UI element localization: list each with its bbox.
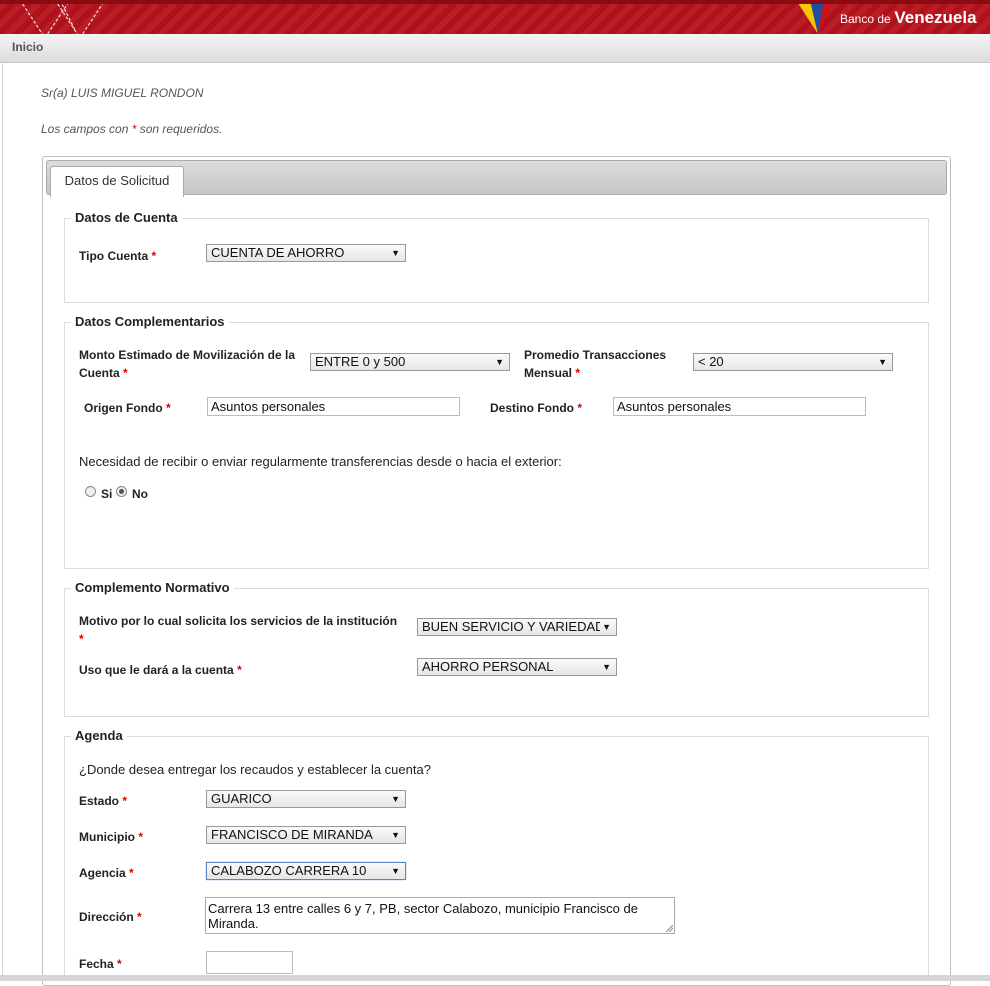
motivo-label: Motivo por lo cual solicita los servicio… [79, 612, 399, 648]
agenda-question: ¿Donde desea entregar los recaudos y est… [79, 762, 431, 777]
required-star: * [577, 401, 583, 415]
chevron-down-icon: ▼ [391, 794, 400, 804]
radio-si-label: Si [101, 487, 113, 501]
chevron-down-icon: ▼ [391, 830, 400, 840]
label-text: Estado [79, 794, 120, 808]
select-value: AHORRO PERSONAL [422, 659, 554, 674]
transfer-question: Necesidad de recibir o enviar regularmen… [79, 454, 562, 469]
required-note: Los campos con * son requeridos. [41, 122, 222, 136]
select-value: GUARICO [211, 791, 272, 806]
top-banner: Banco de Venezuela [0, 0, 990, 34]
required-note-before: Los campos con [41, 122, 132, 136]
required-star: * [237, 663, 242, 677]
section-title: Datos Complementarios [71, 314, 229, 329]
section-title: Datos de Cuenta [71, 210, 182, 225]
chevron-down-icon: ▼ [391, 866, 400, 876]
required-star: * [166, 401, 171, 415]
fecha-input[interactable] [206, 951, 293, 974]
chevron-down-icon: ▼ [602, 662, 611, 672]
select-value: CALABOZO CARRERA 10 [211, 863, 367, 878]
brand-name: Banco de Venezuela [840, 4, 977, 34]
bank-logo-icon [798, 4, 833, 34]
label-text: Uso que le dará a la cuenta [79, 663, 234, 677]
promedio-label: Promedio Transacciones Mensual * [524, 346, 666, 382]
direccion-label: Dirección * [79, 908, 142, 926]
tipo-cuenta-label: Tipo Cuenta * [79, 247, 156, 265]
section-title: Agenda [71, 728, 127, 743]
origen-fondo-label: Origen Fondo * [84, 399, 171, 417]
monto-select[interactable]: ENTRE 0 y 500 ▼ [310, 353, 510, 371]
chevron-down-icon: ▼ [391, 248, 400, 258]
page-border [2, 63, 3, 975]
label-text: Agencia [79, 866, 126, 880]
label-text: Origen Fondo [84, 401, 163, 415]
required-star: * [117, 957, 122, 971]
motivo-select[interactable]: BUEN SERVICIO Y VARIEDAD ▼ [417, 618, 617, 636]
required-star: * [79, 632, 84, 646]
horizontal-scrollbar[interactable] [0, 975, 990, 981]
banner-decoration-icon [21, 4, 104, 34]
municipio-label: Municipio * [79, 828, 143, 846]
nav-home-link[interactable]: Inicio [12, 40, 43, 54]
fecha-label: Fecha * [79, 955, 122, 973]
chevron-down-icon: ▼ [495, 357, 504, 367]
direccion-textarea[interactable]: Carrera 13 entre calles 6 y 7, PB, secto… [205, 897, 675, 934]
chevron-down-icon: ▼ [602, 622, 611, 632]
required-star: * [138, 830, 144, 844]
select-value: ENTRE 0 y 500 [315, 354, 406, 369]
label-text: Promedio Transacciones [524, 348, 667, 362]
label-text: Municipio [79, 830, 135, 844]
estado-label: Estado * [79, 792, 127, 810]
label-text: Dirección [79, 910, 134, 924]
radio-no[interactable] [116, 486, 127, 497]
section-title: Complemento Normativo [71, 580, 234, 595]
destino-fondo-label: Destino Fondo * [490, 399, 582, 417]
select-value: BUEN SERVICIO Y VARIEDAD [422, 619, 600, 634]
label-text: Monto Estimado de Movilización de la [79, 348, 296, 362]
required-star: * [129, 866, 134, 880]
radio-no-label: No [132, 487, 148, 501]
required-star: * [122, 794, 128, 808]
select-value: FRANCISCO DE MIRANDA [211, 827, 373, 842]
tab-strip: Datos de Solicitud [46, 160, 947, 197]
label-text: Fecha [79, 957, 114, 971]
monto-label: Monto Estimado de Movilización de la Cue… [79, 346, 295, 382]
origen-fondo-input[interactable]: Asuntos personales [207, 397, 460, 416]
required-note-after: son requeridos. [136, 122, 223, 136]
user-greeting: Sr(a) LUIS MIGUEL RONDON [41, 86, 204, 100]
select-value: < 20 [698, 354, 724, 369]
chevron-down-icon: ▼ [878, 357, 887, 367]
nav-bar: Inicio [0, 34, 990, 63]
agencia-label: Agencia * [79, 864, 134, 882]
brand-big: Venezuela [894, 8, 977, 27]
select-value: CUENTA DE AHORRO [211, 245, 345, 260]
label-text: Motivo por lo cual solicita los servicio… [79, 614, 398, 628]
promedio-select[interactable]: < 20 ▼ [693, 353, 893, 371]
required-star: * [151, 249, 157, 263]
uso-label: Uso que le dará a la cuenta * [79, 661, 242, 679]
label-text: Cuenta [79, 366, 120, 380]
brand-small: Banco de [840, 12, 891, 26]
textarea-value: Carrera 13 entre calles 6 y 7, PB, secto… [208, 901, 638, 931]
agencia-select[interactable]: CALABOZO CARRERA 10 ▼ [206, 862, 406, 880]
municipio-select[interactable]: FRANCISCO DE MIRANDA ▼ [206, 826, 406, 844]
section-datos-cuenta: Datos de Cuenta [64, 210, 929, 303]
label-text: Destino Fondo [490, 401, 574, 415]
label-text: Mensual [524, 366, 573, 380]
required-star: * [137, 910, 142, 924]
tipo-cuenta-select[interactable]: CUENTA DE AHORRO ▼ [206, 244, 406, 262]
label-text: Tipo Cuenta [79, 249, 149, 263]
resize-handle-icon[interactable] [666, 925, 673, 932]
required-star: * [575, 366, 581, 380]
uso-select[interactable]: AHORRO PERSONAL ▼ [417, 658, 617, 676]
destino-fondo-input[interactable]: Asuntos personales [613, 397, 866, 416]
tab-datos-solicitud[interactable]: Datos de Solicitud [50, 166, 184, 197]
required-star: * [123, 366, 128, 380]
radio-si[interactable] [85, 486, 96, 497]
estado-select[interactable]: GUARICO ▼ [206, 790, 406, 808]
section-complemento-normativo: Complemento Normativo [64, 580, 929, 717]
